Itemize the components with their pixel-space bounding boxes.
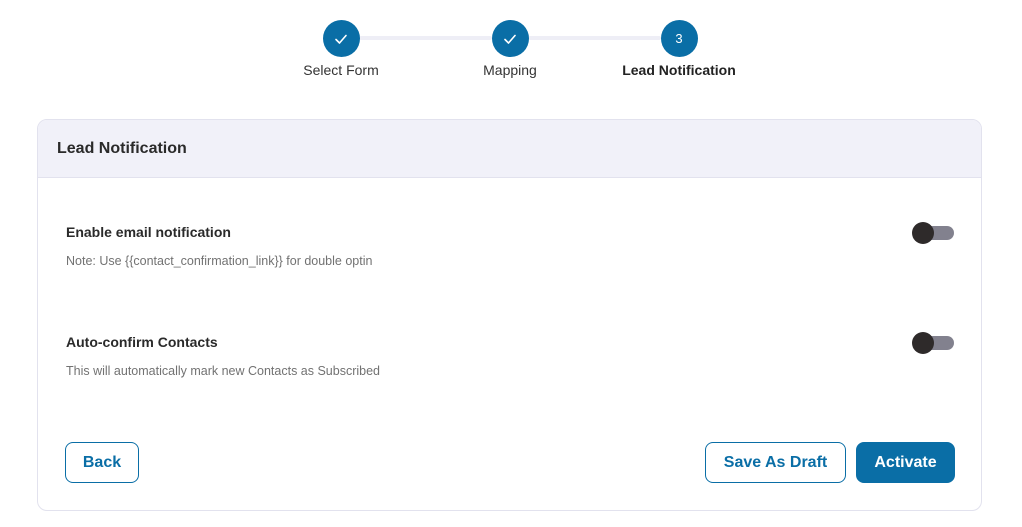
setting-title: Enable email notification (66, 224, 231, 240)
step-label: Select Form (303, 62, 379, 78)
step-circle (322, 20, 360, 57)
lead-notification-card: Lead Notification Enable email notificat… (37, 119, 982, 511)
toggle-knob (912, 222, 934, 244)
step-label: Mapping (483, 62, 537, 78)
setting-note: This will automatically mark new Contact… (66, 364, 381, 378)
auto-confirm-toggle[interactable] (912, 332, 954, 354)
card-header: Lead Notification (38, 120, 981, 178)
setting-email-notification: Enable email notification Note: Use {{co… (66, 222, 954, 268)
save-as-draft-button[interactable]: Save As Draft (705, 442, 846, 483)
toggle-knob (912, 332, 934, 354)
back-button[interactable]: Back (65, 442, 139, 483)
setting-note: Note: Use {{contact_confirmation_link}} … (66, 254, 373, 268)
step-select-form[interactable]: Select Form (261, 20, 421, 78)
step-label: Lead Notification (622, 62, 736, 78)
email-notification-toggle[interactable] (912, 222, 954, 244)
check-icon (504, 34, 516, 44)
step-circle (491, 20, 529, 57)
check-icon (335, 34, 347, 44)
card-title: Lead Notification (57, 139, 187, 157)
setting-title: Auto-confirm Contacts (66, 334, 218, 350)
activate-button[interactable]: Activate (856, 442, 955, 483)
step-lead-notification[interactable]: 3 Lead Notification (599, 20, 759, 78)
step-mapping[interactable]: Mapping (430, 20, 590, 78)
stepper: Select Form Mapping 3 Lead Notification (0, 20, 1022, 80)
setting-auto-confirm: Auto-confirm Contacts This will automati… (66, 332, 954, 378)
step-number: 3 (660, 20, 698, 57)
